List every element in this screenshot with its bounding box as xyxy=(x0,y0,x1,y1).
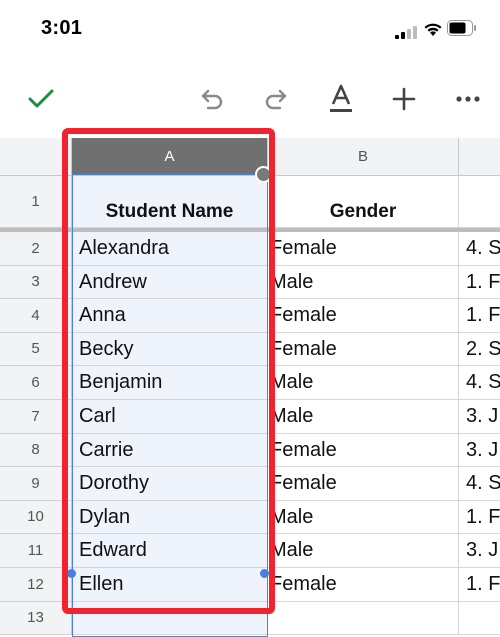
row-header[interactable]: 1 xyxy=(0,176,72,228)
cell-column-c[interactable] xyxy=(459,602,500,636)
redo-icon[interactable] xyxy=(258,82,292,116)
row-header[interactable]: 2 xyxy=(0,232,72,266)
spreadsheet-grid: A B 1 Student Name Gender 2 Alexandra Fema… xyxy=(0,138,500,637)
cell-gender[interactable]: Female xyxy=(268,467,459,501)
cell-gender[interactable]: Male xyxy=(268,366,459,400)
cell-gender[interactable]: Female xyxy=(268,433,459,468)
cell-student-name[interactable]: Alexandra xyxy=(72,232,268,266)
row-header[interactable]: 10 xyxy=(0,500,72,535)
cell-column-c[interactable]: 1. F xyxy=(459,266,500,300)
cell-gender[interactable]: Female xyxy=(268,568,459,602)
cell-column-c[interactable]: 1. F xyxy=(459,299,500,333)
undo-icon[interactable] xyxy=(196,82,230,116)
toolbar xyxy=(0,70,500,126)
cell-header-gender[interactable]: Gender xyxy=(268,176,459,228)
cell-header-student-name[interactable]: Student Name xyxy=(72,176,268,228)
more-icon[interactable] xyxy=(451,82,485,116)
cell-gender[interactable]: Male xyxy=(268,400,459,434)
cell-student-name[interactable]: Becky xyxy=(72,332,268,367)
cell-column-c[interactable]: 1. F xyxy=(459,568,500,602)
wifi-icon xyxy=(424,23,442,36)
row-header[interactable]: 9 xyxy=(0,467,72,501)
row-header[interactable]: 11 xyxy=(0,534,72,568)
cell-student-name[interactable]: Andrew xyxy=(72,265,268,300)
selection-handle-left[interactable] xyxy=(67,569,76,578)
row-header[interactable]: 12 xyxy=(0,568,72,602)
row-header[interactable]: 3 xyxy=(0,265,72,300)
cell-column-c[interactable]: 3. J xyxy=(459,400,500,434)
cell-column-c[interactable]: 3. J xyxy=(459,534,500,568)
row-header[interactable]: 8 xyxy=(0,433,72,468)
cell-student-name[interactable]: Carl xyxy=(72,400,268,434)
cell-student-name[interactable]: Benjamin xyxy=(72,366,268,400)
row-header[interactable]: 6 xyxy=(0,366,72,400)
column-header-c[interactable] xyxy=(459,138,500,176)
row-header[interactable]: 13 xyxy=(0,601,72,636)
checkmark-icon[interactable] xyxy=(24,82,58,116)
cell-gender[interactable]: Male xyxy=(268,500,459,535)
row-header[interactable]: 5 xyxy=(0,332,72,367)
cell-column-c[interactable]: 4. S xyxy=(459,232,500,266)
cell-student-name[interactable]: Dylan xyxy=(72,500,268,535)
text-format-icon[interactable] xyxy=(324,80,358,118)
column-header-a[interactable]: A xyxy=(72,138,268,176)
signal-icon xyxy=(395,26,417,39)
cell-gender[interactable]: Female xyxy=(268,232,459,266)
cell-student-name[interactable]: Carrie xyxy=(72,433,268,468)
selection-handle-right[interactable] xyxy=(260,569,269,578)
select-all-corner[interactable] xyxy=(0,138,72,176)
cell-student-name[interactable] xyxy=(72,601,268,636)
cell-student-name[interactable]: Edward xyxy=(72,534,268,568)
status-time: 3:01 xyxy=(41,17,83,39)
cell-column-c[interactable]: 1. F xyxy=(459,501,500,535)
cell-student-name[interactable]: Ellen xyxy=(72,568,268,602)
cell-column-c[interactable]: 2. S xyxy=(459,333,500,367)
cell-column-c[interactable]: 3. J xyxy=(459,434,500,468)
cell-student-name[interactable]: Anna xyxy=(72,299,268,333)
cell-gender[interactable]: Female xyxy=(268,299,459,333)
column-resize-handle[interactable] xyxy=(255,166,272,183)
cell-column-c[interactable]: 4. S xyxy=(459,366,500,400)
freeze-divider[interactable] xyxy=(0,228,500,232)
column-header-b[interactable]: B xyxy=(268,138,459,176)
cell-column-c[interactable]: 4. S xyxy=(459,467,500,501)
row-header[interactable]: 7 xyxy=(0,400,72,434)
battery-icon xyxy=(447,20,476,36)
cell-gender[interactable]: Male xyxy=(268,534,459,568)
cell-gender[interactable]: Male xyxy=(268,265,459,300)
cell-gender[interactable] xyxy=(268,601,459,636)
plus-icon[interactable] xyxy=(387,82,421,116)
cell-student-name[interactable]: Dorothy xyxy=(72,467,268,501)
cell-gender[interactable]: Female xyxy=(268,332,459,367)
row-header[interactable]: 4 xyxy=(0,299,72,333)
cell-header-c[interactable] xyxy=(459,176,500,228)
status-bar: 3:01 xyxy=(0,0,500,60)
